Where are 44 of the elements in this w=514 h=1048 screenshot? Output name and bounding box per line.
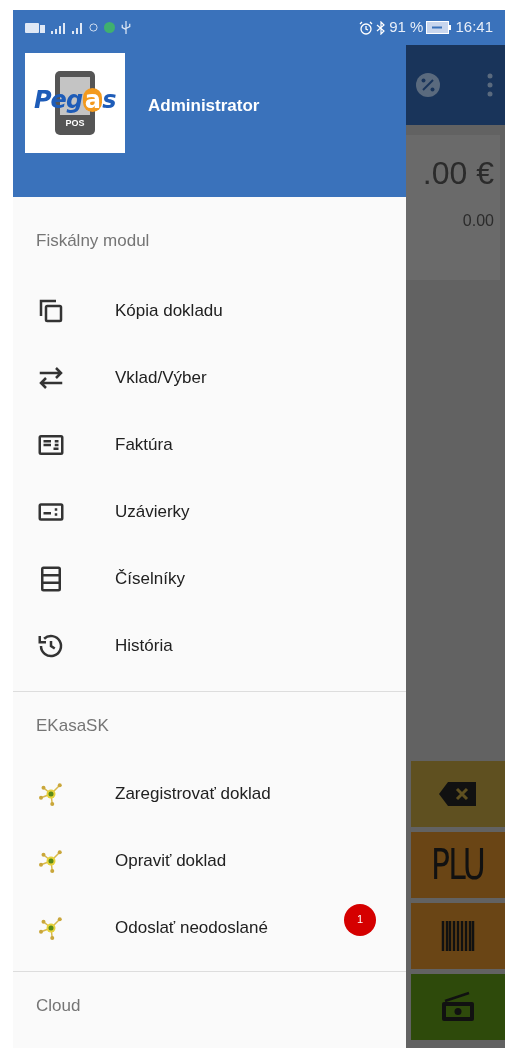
circle-icon <box>89 23 98 32</box>
signal-icon <box>51 21 66 34</box>
section-header: Fiskálny modul <box>36 232 151 250</box>
menu-item-label: História <box>115 634 173 657</box>
menu-item-label: Uzávierky <box>115 500 190 523</box>
bluetooth-icon <box>376 20 387 35</box>
alarm-icon <box>359 20 374 35</box>
battery-percentage: 91 % <box>389 17 424 38</box>
menu-item-label: Číselníky <box>115 567 185 590</box>
menu-item-label: Opraviť doklad <box>115 849 227 872</box>
section-header: EKasaSK <box>36 717 110 735</box>
backspace-icon <box>438 780 478 808</box>
menu-item-label: Kópia dokladu <box>115 299 223 322</box>
key-label: PLU <box>431 844 485 886</box>
menu-item-label: Zaregistrovať doklad <box>115 782 271 805</box>
menu-item[interactable]: Uzávierky <box>13 478 406 545</box>
volte-icon <box>25 22 45 33</box>
menu-item[interactable]: Kópia dokladu <box>13 277 406 344</box>
keypad-key[interactable] <box>411 903 505 969</box>
section-header: Cloud <box>36 997 82 1015</box>
menu-item[interactable]: Zaregistrovať doklad <box>13 760 406 827</box>
more-options-icon <box>487 73 493 97</box>
menu-item[interactable]: Číselníky <box>13 545 406 612</box>
discount-badge-icon <box>414 71 442 99</box>
usb-icon <box>121 20 131 35</box>
menu-item-label: Vklad/Výber <box>115 366 207 389</box>
menu-item-label: Odoslať neodoslané <box>115 916 268 939</box>
battery-icon <box>426 21 453 34</box>
keypad-key[interactable] <box>411 974 505 1040</box>
total-amount: .00 € <box>422 154 494 193</box>
menu-item[interactable]: Faktúra <box>13 411 406 478</box>
menu-item[interactable]: Opraviť doklad <box>13 827 406 894</box>
clock: 16:41 <box>455 17 493 38</box>
subtotal-amount: 0.00 <box>462 211 494 231</box>
logo-subtext: POS <box>65 119 85 128</box>
menu-item[interactable]: Vklad/Výber <box>13 344 406 411</box>
signal-icon <box>72 21 83 34</box>
menu-item[interactable]: Odoslať neodoslané 1 <box>13 894 406 961</box>
menu-item[interactable]: História <box>13 612 406 679</box>
keypad-key[interactable] <box>411 761 505 827</box>
barcode-icon <box>441 919 475 953</box>
count-badge: 1 <box>344 903 376 936</box>
menu-item-label: Faktúra <box>115 433 173 456</box>
user-name: Administrator <box>148 95 260 117</box>
